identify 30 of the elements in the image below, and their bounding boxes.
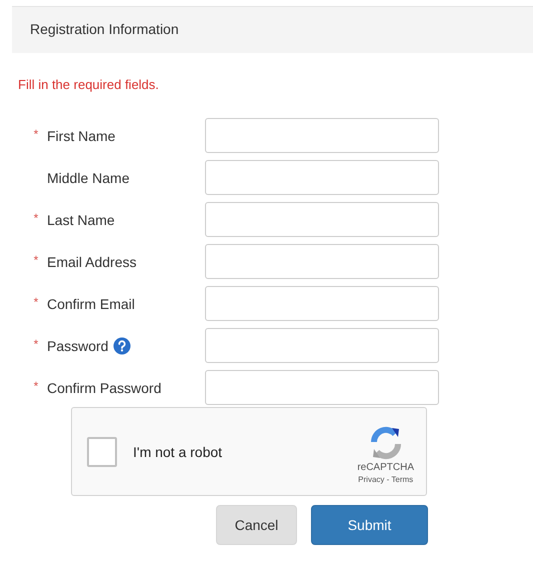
- brand-name: reCAPTCHA: [357, 462, 414, 472]
- cancel-button[interactable]: Cancel: [216, 505, 297, 545]
- field-label: First Name: [47, 128, 116, 144]
- checkbox-label: I'm not a robot: [133, 444, 224, 460]
- text-input[interactable]: [205, 202, 439, 237]
- section-title: Registration Information: [30, 21, 179, 37]
- required-mark: *: [32, 210, 40, 225]
- help-icon[interactable]: [113, 336, 132, 354]
- field-label: Confirm Email: [47, 296, 135, 312]
- field-label: Middle Name: [47, 170, 130, 186]
- recaptcha-logo-icon: [368, 426, 403, 460]
- required-mark: *: [32, 252, 40, 267]
- text-input[interactable]: [205, 244, 439, 279]
- field-label: Password: [47, 338, 108, 354]
- privacy-terms-link[interactable]: Privacy - Terms: [358, 474, 414, 484]
- error-message: Fill in the required fields.: [18, 77, 159, 93]
- text-input[interactable]: [205, 370, 439, 405]
- text-input[interactable]: [205, 118, 439, 153]
- required-mark: *: [32, 336, 40, 351]
- required-mark: *: [32, 378, 40, 393]
- checkbox[interactable]: [87, 436, 117, 466]
- text-input[interactable]: [205, 160, 439, 195]
- field-label: Email Address: [47, 254, 136, 270]
- text-input[interactable]: [205, 328, 439, 363]
- required-mark: *: [32, 126, 40, 141]
- required-mark: *: [32, 294, 40, 309]
- field-label: Confirm Password: [47, 380, 162, 396]
- field-label: Last Name: [47, 212, 115, 228]
- text-input[interactable]: [205, 286, 439, 321]
- submit-button[interactable]: Submit: [311, 505, 428, 545]
